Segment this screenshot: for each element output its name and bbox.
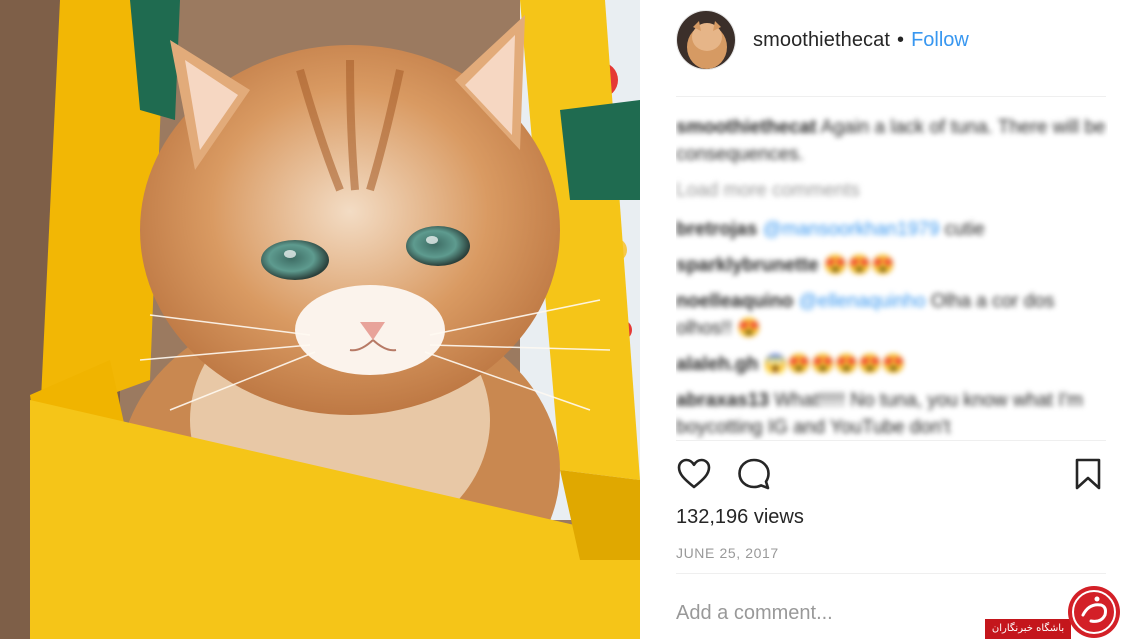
comment-username[interactable]: alaleh.gh — [676, 354, 758, 375]
comments-divider — [676, 440, 1106, 441]
add-comment-input[interactable] — [676, 602, 976, 625]
post-header: smoothiethecat • Follow — [676, 10, 1106, 70]
comment-bubble-icon — [738, 458, 770, 490]
load-more-comments-link[interactable]: Load more comments — [676, 177, 1108, 204]
username-link[interactable]: smoothiethecat — [753, 29, 890, 52]
comment-mention[interactable]: @mansoorkhan1979 — [763, 219, 940, 240]
comment-item: noelleaquino @ellenaquinho Olha a cor do… — [676, 288, 1108, 342]
avatar[interactable] — [676, 10, 736, 70]
comment-mention[interactable]: @ellenaquinho — [798, 291, 925, 312]
header-divider — [676, 96, 1106, 97]
comment-item: abraxas13 What!!!!! No tuna, you know wh… — [676, 387, 1108, 440]
comments-list[interactable]: smoothiethecat Again a lack of tuna. The… — [676, 114, 1108, 440]
comment-item: bretrojas @mansoorkhan1979 cutie — [676, 216, 1108, 243]
footer-divider — [676, 573, 1106, 574]
caption: smoothiethecat Again a lack of tuna. The… — [676, 114, 1108, 168]
watermark-logo-icon — [1067, 585, 1121, 639]
comment-item: sparklybrunette 😍😍😍 — [676, 252, 1108, 279]
comment-username[interactable]: sparklybrunette — [676, 255, 819, 276]
like-button[interactable] — [676, 456, 712, 492]
comment-item: alaleh.gh 😱😍😍😍😍😍 — [676, 351, 1108, 378]
post-date[interactable]: JUNE 25, 2017 — [676, 545, 779, 561]
save-button[interactable] — [1070, 456, 1106, 492]
heart-icon — [677, 458, 711, 489]
bookmark-icon — [1075, 458, 1101, 490]
caption-username[interactable]: smoothiethecat — [676, 117, 816, 138]
follow-button[interactable]: Follow — [911, 29, 969, 52]
watermark-banner: باشگاه خبرنگاران — [985, 619, 1071, 639]
comment-text: 😍😍😍 — [823, 255, 895, 276]
comment-username[interactable]: noelleaquino — [676, 291, 793, 312]
comment-button[interactable] — [736, 456, 772, 492]
post-details-panel: smoothiethecat • Follow smoothiethecat A… — [640, 0, 1121, 639]
action-bar — [676, 452, 1101, 496]
comment-username[interactable]: bretrojas — [676, 219, 757, 240]
comment-text: cutie — [944, 219, 985, 240]
blurred-comments: smoothiethecat Again a lack of tuna. The… — [676, 114, 1108, 440]
comment-text: 😱😍😍😍😍😍 — [763, 354, 906, 375]
separator-dot: • — [897, 28, 905, 51]
comment-username[interactable]: abraxas13 — [676, 390, 769, 411]
view-count[interactable]: 132,196 views — [676, 506, 804, 529]
post-photo[interactable] — [0, 0, 640, 639]
